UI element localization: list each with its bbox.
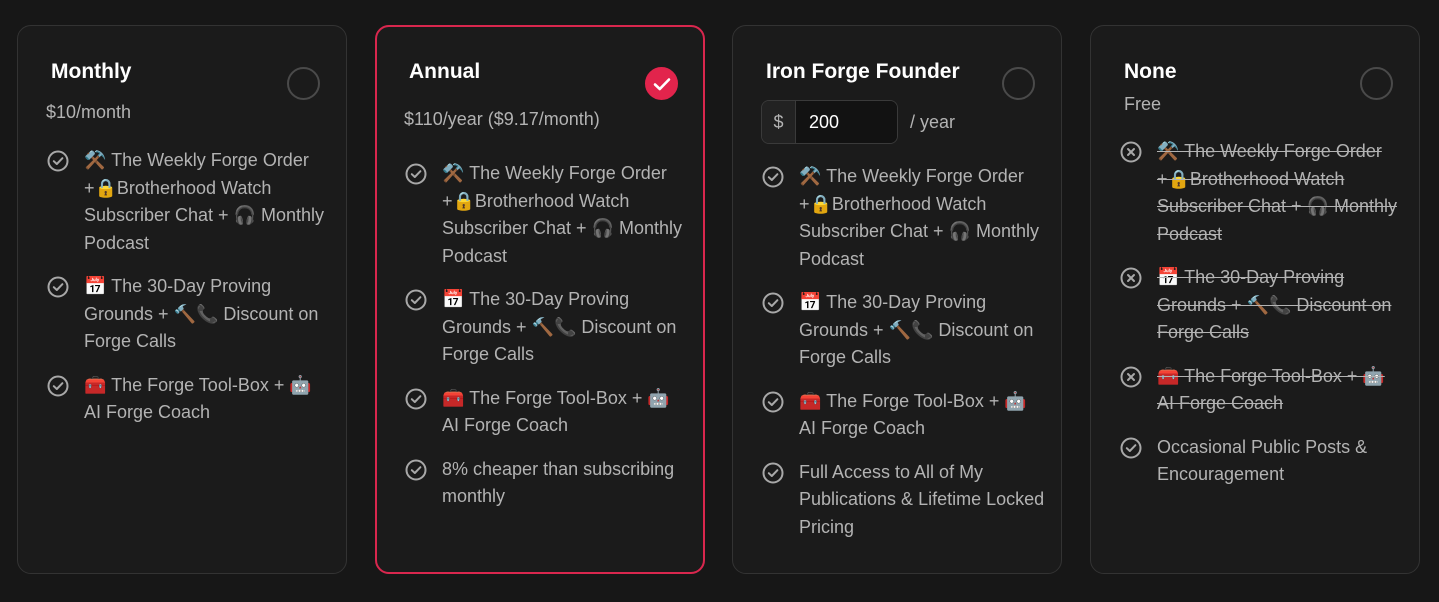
check-circle-icon [46, 275, 70, 299]
feature-text: ⚒️ The Weekly Forge Order +🔒Brotherhood … [84, 150, 325, 253]
feature-text: 📅 The 30-Day Proving Grounds + 🔨📞 Discou… [799, 292, 1034, 367]
feature-item: Full Access to All of My Publications & … [761, 459, 1047, 542]
plan-price: $110/year ($9.17/month) [404, 109, 600, 129]
feature-item: ⚒️ The Weekly Forge Order +🔒Brotherhood … [761, 163, 1047, 273]
plan-title: Monthly [51, 60, 132, 83]
feature-item: ⚒️ The Weekly Forge Order +🔒Brotherhood … [46, 147, 332, 257]
feature-text: 📅 The 30-Day Proving Grounds + 🔨📞 Discou… [442, 289, 677, 364]
x-circle-icon [1119, 140, 1143, 164]
x-circle-icon [1119, 365, 1143, 389]
check-circle-icon [404, 288, 428, 312]
feature-item: 📅 The 30-Day Proving Grounds + 🔨📞 Discou… [46, 273, 332, 356]
feature-list: ⚒️ The Weekly Forge Order +🔒Brotherhood … [1119, 138, 1405, 505]
feature-text: 🧰 The Forge Tool-Box + 🤖 AI Forge Coach [1157, 365, 1385, 414]
plan-radio[interactable] [1360, 67, 1393, 100]
plan-card-founder[interactable]: Iron Forge Founder $ / year ⚒️ The Weekl… [732, 25, 1062, 574]
x-circle-icon [1119, 266, 1143, 290]
feature-item: 8% cheaper than subscribing monthly [404, 456, 689, 511]
feature-item-excluded: 📅 The 30-Day Proving Grounds + 🔨📞 Discou… [1119, 264, 1405, 347]
feature-text: Full Access to All of My Publications & … [799, 461, 1045, 537]
plan-price: Free [1124, 94, 1162, 114]
plan-card-monthly[interactable]: Monthly $10/month ⚒️ The Weekly Forge Or… [17, 25, 347, 574]
currency-symbol: $ [762, 101, 796, 143]
feature-text: 📅 The 30-Day Proving Grounds + 🔨📞 Discou… [1157, 267, 1392, 342]
plan-radio[interactable] [1002, 67, 1035, 100]
check-circle-icon [46, 374, 70, 398]
feature-item: 🧰 The Forge Tool-Box + 🤖 AI Forge Coach [46, 372, 332, 427]
check-circle-icon [1119, 436, 1143, 460]
check-circle-icon [761, 165, 785, 189]
feature-text: 🧰 The Forge Tool-Box + 🤖 AI Forge Coach [84, 374, 312, 423]
check-circle-icon [46, 149, 70, 173]
feature-text: 📅 The 30-Day Proving Grounds + 🔨📞 Discou… [84, 276, 319, 351]
feature-item-excluded: ⚒️ The Weekly Forge Order +🔒Brotherhood … [1119, 138, 1405, 248]
amount-suffix: / year [910, 111, 956, 132]
feature-text: ⚒️ The Weekly Forge Order +🔒Brotherhood … [442, 163, 683, 266]
amount-input[interactable] [796, 101, 897, 143]
checkmark-icon [653, 77, 670, 90]
check-circle-icon [761, 461, 785, 485]
feature-text: Occasional Public Posts & Encouragement [1157, 436, 1368, 485]
check-circle-icon [404, 387, 428, 411]
feature-list: ⚒️ The Weekly Forge Order +🔒Brotherhood … [761, 163, 1047, 557]
plan-title: None [1124, 60, 1177, 83]
plan-card-none[interactable]: None Free ⚒️ The Weekly Forge Order +🔒Br… [1090, 25, 1420, 574]
plan-title: Annual [409, 60, 481, 83]
feature-item: Occasional Public Posts & Encouragement [1119, 434, 1405, 489]
custom-amount-row: $ / year [761, 100, 955, 144]
feature-item: 📅 The 30-Day Proving Grounds + 🔨📞 Discou… [761, 289, 1047, 372]
check-circle-icon [761, 390, 785, 414]
plan-title: Iron Forge Founder [766, 60, 960, 83]
feature-text: 8% cheaper than subscribing monthly [442, 458, 675, 507]
feature-text: ⚒️ The Weekly Forge Order +🔒Brotherhood … [799, 166, 1040, 269]
feature-item: ⚒️ The Weekly Forge Order +🔒Brotherhood … [404, 160, 689, 270]
check-circle-icon [761, 291, 785, 315]
feature-list: ⚒️ The Weekly Forge Order +🔒Brotherhood … [404, 160, 689, 527]
plan-radio[interactable] [287, 67, 320, 100]
plan-price: $10/month [46, 102, 132, 122]
feature-item: 🧰 The Forge Tool-Box + 🤖 AI Forge Coach [404, 385, 689, 440]
plan-radio-selected[interactable] [645, 67, 678, 100]
feature-item: 🧰 The Forge Tool-Box + 🤖 AI Forge Coach [761, 388, 1047, 443]
feature-list: ⚒️ The Weekly Forge Order +🔒Brotherhood … [46, 147, 332, 443]
feature-text: 🧰 The Forge Tool-Box + 🤖 AI Forge Coach [442, 387, 670, 436]
plan-card-annual[interactable]: Annual $110/year ($9.17/month) ⚒️ The We… [375, 25, 705, 574]
check-circle-icon [404, 458, 428, 482]
check-circle-icon [404, 162, 428, 186]
feature-item-excluded: 🧰 The Forge Tool-Box + 🤖 AI Forge Coach [1119, 363, 1405, 418]
feature-text: 🧰 The Forge Tool-Box + 🤖 AI Forge Coach [799, 390, 1027, 439]
feature-item: 📅 The 30-Day Proving Grounds + 🔨📞 Discou… [404, 286, 689, 369]
feature-text: ⚒️ The Weekly Forge Order +🔒Brotherhood … [1157, 141, 1398, 244]
amount-field[interactable]: $ [761, 100, 898, 144]
